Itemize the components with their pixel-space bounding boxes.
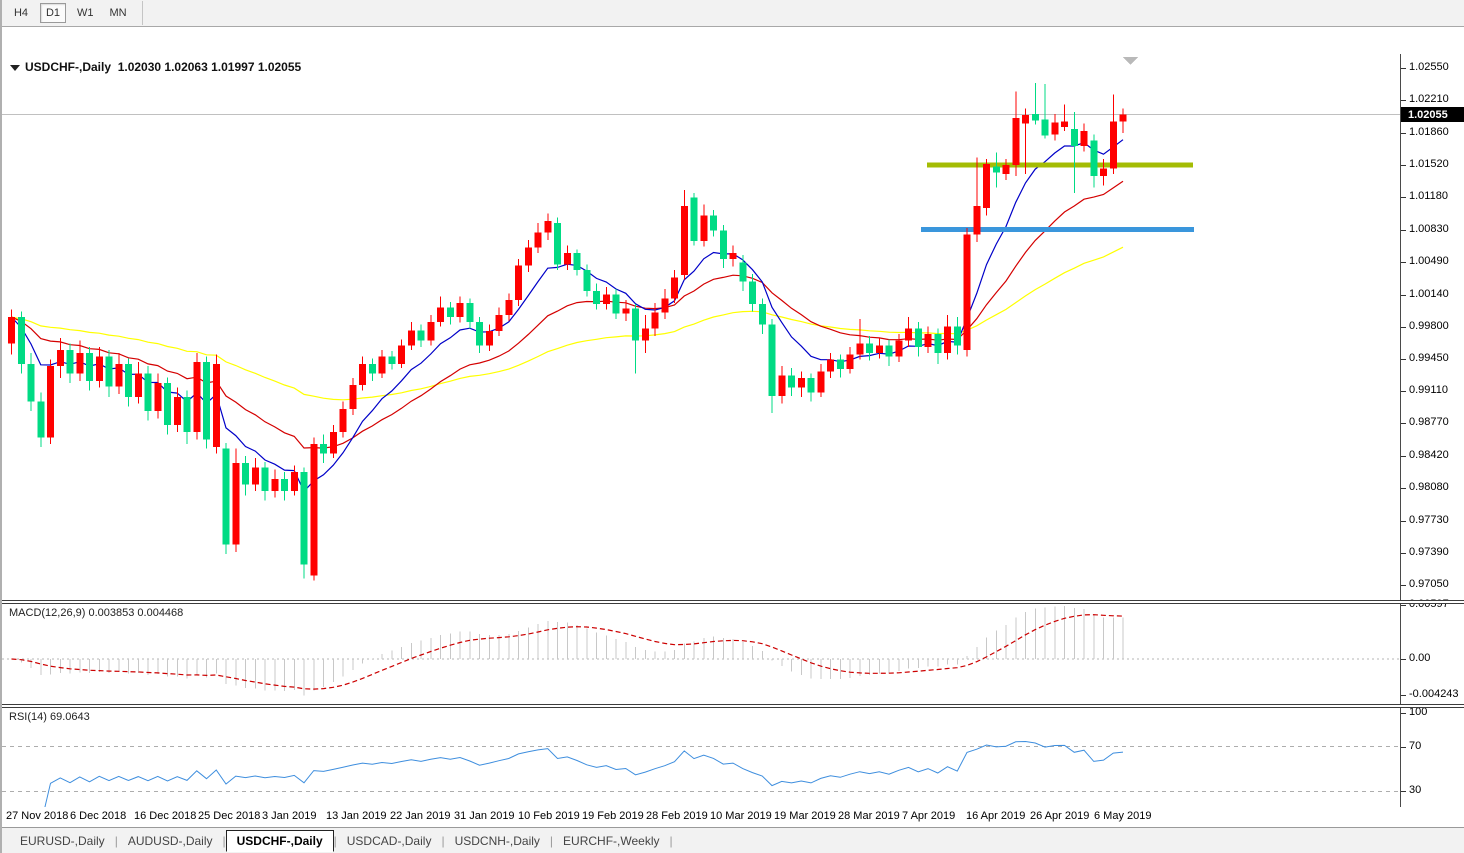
axis-tick <box>1401 295 1406 296</box>
time-axis-label: 19 Feb 2019 <box>582 810 644 822</box>
price-tick-label: 0.99110 <box>1409 384 1448 396</box>
chart-title: USDCHF-,Daily 1.02030 1.02063 1.01997 1.… <box>10 60 301 74</box>
axis-tick <box>1401 713 1406 714</box>
axis-tick <box>1401 488 1406 489</box>
timeframe-button-mn[interactable]: MN <box>105 3 132 23</box>
tab-usdcnh[interactable]: USDCNH-,Daily <box>445 831 550 851</box>
axis-tick <box>1401 695 1406 696</box>
price-tick-label: 0.97390 <box>1409 546 1449 558</box>
price-chart-canvas[interactable] <box>2 55 1400 604</box>
macd-chart-canvas[interactable] <box>2 604 1400 704</box>
chevron-down-icon[interactable] <box>10 65 20 71</box>
tab-separator: | <box>669 833 673 848</box>
axis-tick <box>1401 230 1406 231</box>
price-tick-label: 1.02210 <box>1409 93 1449 105</box>
macd-tick-label: 0.00 <box>1409 652 1431 664</box>
axis-tick <box>1401 659 1406 660</box>
time-axis-label: 28 Feb 2019 <box>646 810 708 822</box>
tab-audusd[interactable]: AUDUSD-,Daily <box>118 831 223 851</box>
tab-eurchf[interactable]: EURCHF-,Weekly <box>553 831 669 851</box>
resistance-line[interactable] <box>927 162 1193 168</box>
time-axis-label: 6 Dec 2018 <box>70 810 127 822</box>
price-tick-label: 0.97050 <box>1409 578 1449 590</box>
price-tick-label: 0.99800 <box>1409 320 1449 332</box>
time-axis-label: 27 Nov 2018 <box>6 810 69 822</box>
time-axis-label: 28 Mar 2019 <box>838 810 900 822</box>
macd-tick-label: -0.004243 <box>1409 688 1459 700</box>
price-tick-label: 0.97730 <box>1409 514 1449 526</box>
time-axis-label: 16 Dec 2018 <box>134 810 197 822</box>
time-axis-label: 6 May 2019 <box>1094 810 1152 822</box>
timeframe-button-w1[interactable]: W1 <box>72 3 99 23</box>
panel-separator[interactable] <box>2 600 1464 604</box>
time-axis-label: 25 Dec 2018 <box>198 810 261 822</box>
price-tick-label: 1.01180 <box>1409 190 1448 202</box>
time-axis-label: 3 Jan 2019 <box>262 810 317 822</box>
axis-tick <box>1401 423 1406 424</box>
axis-tick <box>1401 391 1406 392</box>
timeframe-toolbar: H4 D1 W1 MN <box>2 0 1464 27</box>
time-axis-label: 22 Jan 2019 <box>390 810 451 822</box>
chart-shift-marker <box>1123 57 1138 65</box>
toolbar-separator <box>141 1 143 25</box>
panel-separator[interactable] <box>2 704 1464 708</box>
macd-axis[interactable]: 0.00597 0.00 -0.004243 <box>1401 598 1464 704</box>
price-tick-label: 1.00830 <box>1409 223 1449 235</box>
rsi-tick-label: 30 <box>1409 784 1422 796</box>
timeframe-button-h4[interactable]: H4 <box>8 3 34 23</box>
time-axis-label: 26 Apr 2019 <box>1030 810 1090 822</box>
price-tick-label: 1.00490 <box>1409 255 1449 267</box>
tab-usdchf[interactable]: USDCHF-,Daily <box>225 830 334 852</box>
price-tick-label: 0.98770 <box>1409 416 1449 428</box>
axis-tick <box>1401 747 1406 748</box>
axis-tick <box>1401 456 1406 457</box>
price-tick-label: 0.98080 <box>1409 481 1449 493</box>
axis-tick <box>1401 133 1406 134</box>
price-tick-label: 1.01520 <box>1409 158 1449 170</box>
tab-usdcad[interactable]: USDCAD-,Daily <box>337 831 442 851</box>
axis-tick <box>1401 521 1406 522</box>
axis-tick <box>1401 359 1406 360</box>
price-axis[interactable]: 1.02550 1.02210 1.01860 1.01520 1.01180 1.008… <box>1401 54 1464 602</box>
price-tick-label: 1.02550 <box>1409 61 1449 73</box>
time-axis-label: 10 Feb 2019 <box>518 810 580 822</box>
price-tick-label: 1.01860 <box>1409 126 1449 138</box>
chart-tabs-bar: EURUSD-,Daily | AUDUSD-,Daily | USDCHF-,Dail… <box>2 827 1464 853</box>
axis-tick <box>1401 68 1406 69</box>
time-axis-label: 13 Jan 2019 <box>326 810 387 822</box>
time-axis-label: 16 Apr 2019 <box>966 810 1026 822</box>
current-price-badge: 1.02055 <box>1401 107 1464 122</box>
axis-tick <box>1401 327 1406 328</box>
axis-tick <box>1401 197 1406 198</box>
axis-tick <box>1401 791 1406 792</box>
time-axis-label: 31 Jan 2019 <box>454 810 515 822</box>
axis-tick <box>1401 553 1406 554</box>
tab-eurusd[interactable]: EURUSD-,Daily <box>10 831 115 851</box>
time-axis[interactable]: 27 Nov 2018 6 Dec 2018 16 Dec 2018 25 Dec 2… <box>2 807 1464 827</box>
price-tick-label: 1.00140 <box>1409 288 1449 300</box>
support-line[interactable] <box>921 227 1194 233</box>
price-tick-label: 0.98420 <box>1409 449 1449 461</box>
chart-symbol: USDCHF-,Daily <box>25 60 112 74</box>
mt4-terminal: H4 D1 W1 MN USDCHF-,Daily 1.02030 1.02063 1… <box>0 0 1464 853</box>
time-axis-label: 19 Mar 2019 <box>774 810 836 822</box>
time-axis-label: 7 Apr 2019 <box>902 810 956 822</box>
price-tick-label: 0.99450 <box>1409 352 1449 364</box>
rsi-label: RSI(14) 69.0643 <box>9 711 90 723</box>
timeframe-button-d1[interactable]: D1 <box>40 3 66 23</box>
axis-tick <box>1401 585 1406 586</box>
axis-tick <box>1401 165 1406 166</box>
chart-ohlc-values: 1.02030 1.02063 1.01997 1.02055 <box>117 60 302 74</box>
axis-tick <box>1401 100 1406 101</box>
time-axis-label: 10 Mar 2019 <box>710 810 772 822</box>
axis-tick <box>1401 605 1406 606</box>
rsi-tick-label: 70 <box>1409 740 1422 752</box>
chart-window[interactable]: USDCHF-,Daily 1.02030 1.02063 1.01997 1.… <box>2 27 1464 834</box>
macd-label: MACD(12,26,9) 0.003853 0.004468 <box>9 607 184 619</box>
axis-tick <box>1401 262 1406 263</box>
